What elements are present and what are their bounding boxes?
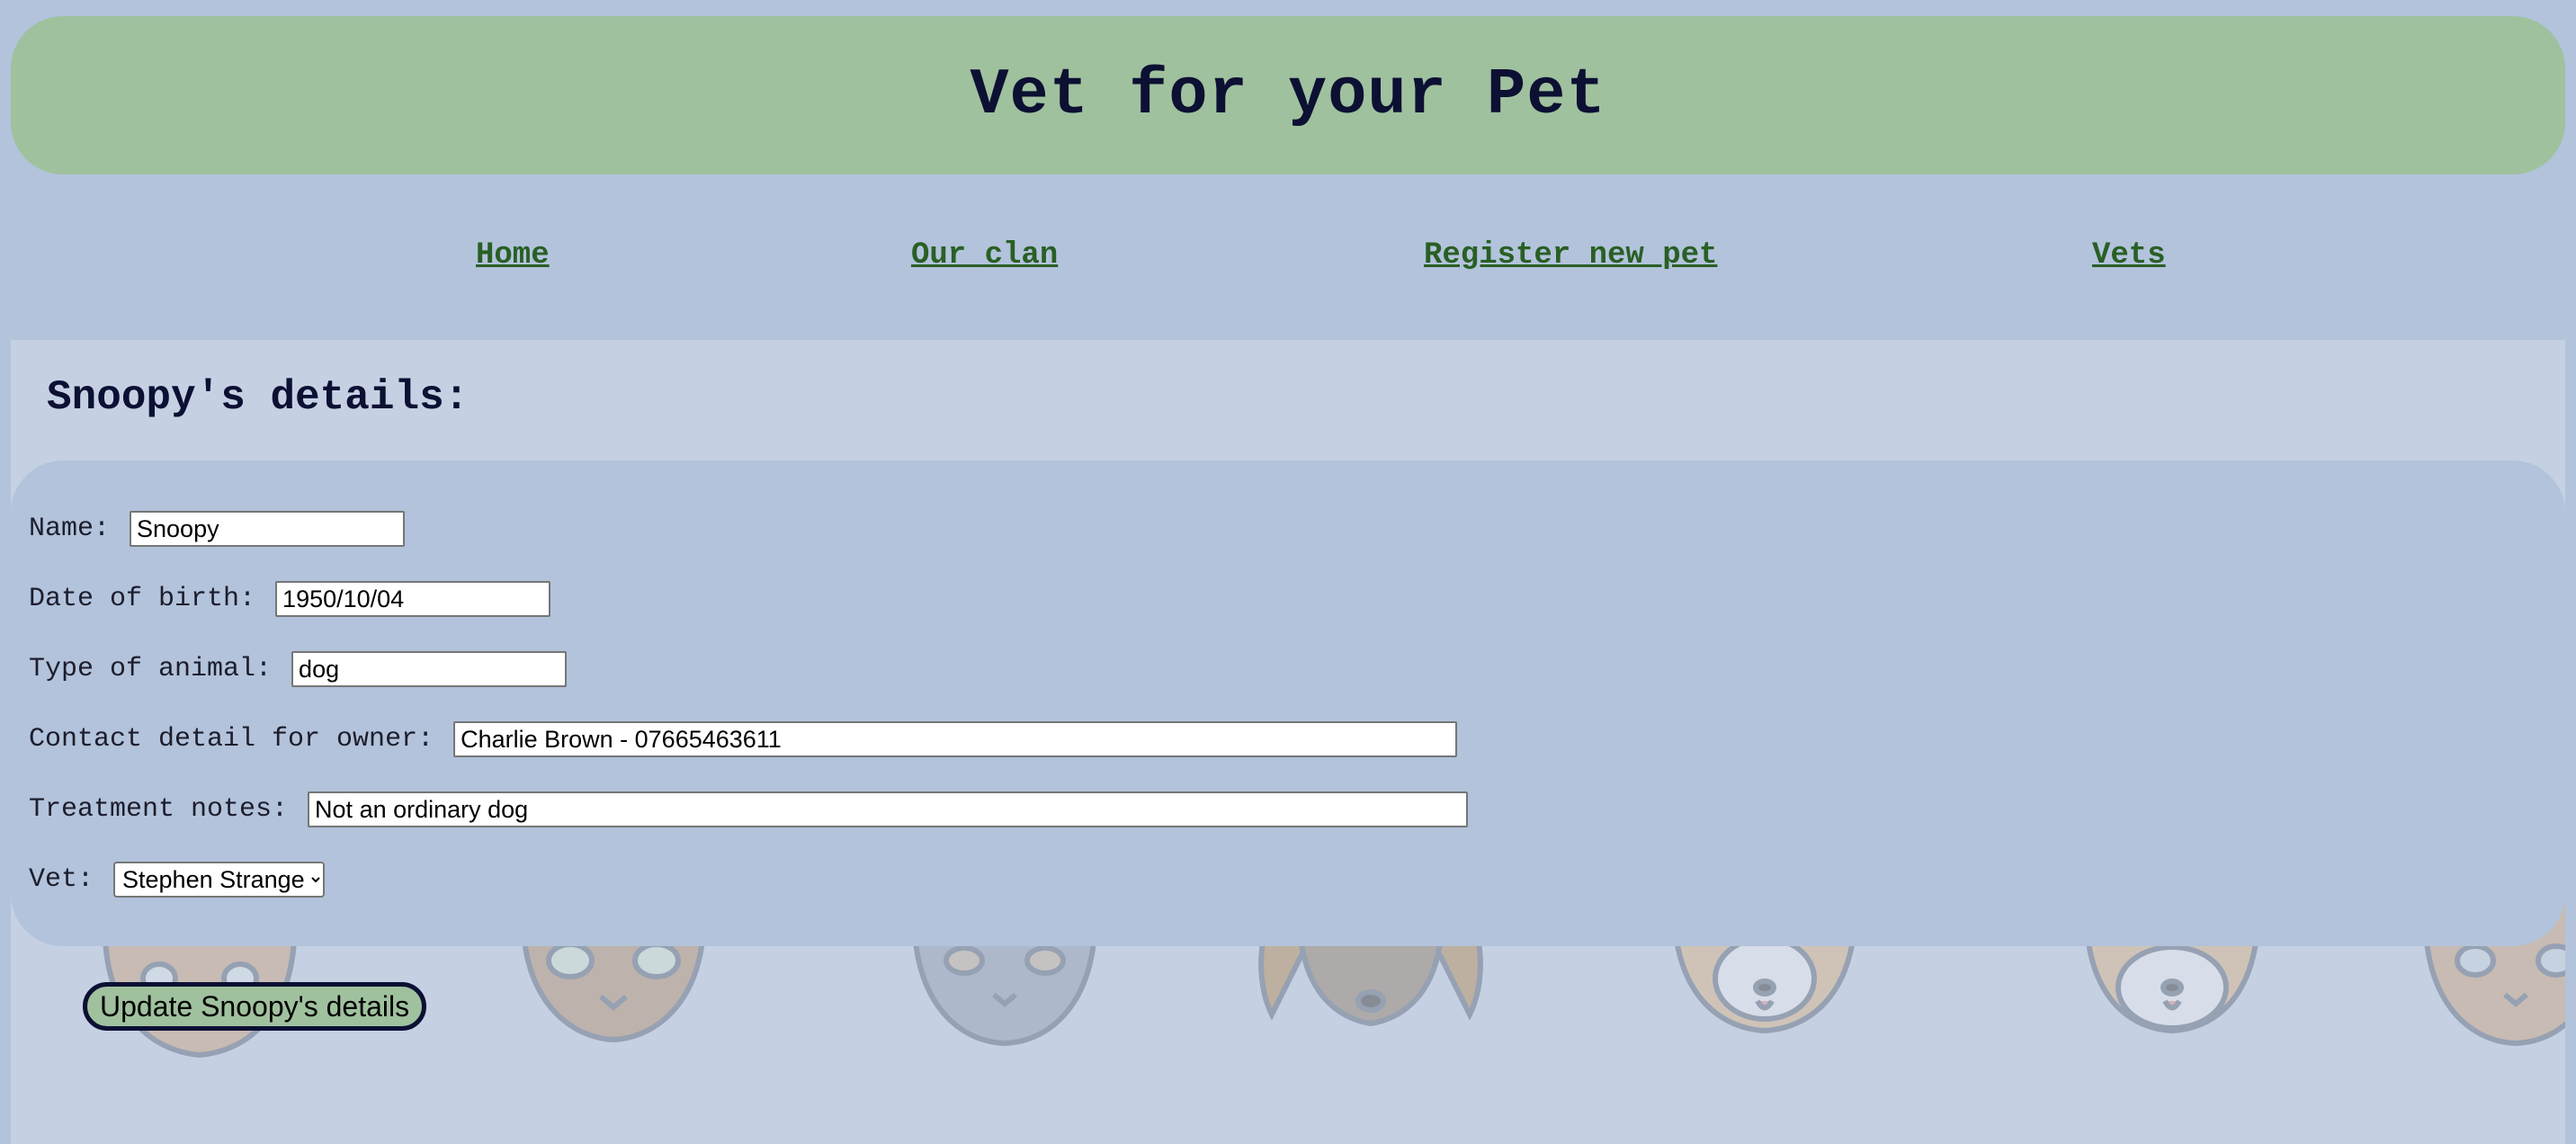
name-row: Name: [29, 511, 406, 547]
dob-input[interactable] [275, 581, 551, 617]
dob-label: Date of birth: [29, 584, 256, 614]
contact-row: Contact detail for owner: [29, 721, 1458, 757]
nav-link-home[interactable]: Home [476, 238, 550, 273]
nav-link-our-clan[interactable]: Our clan [911, 238, 1058, 273]
nav-link-register-new-pet[interactable]: Register new pet [1424, 238, 1717, 273]
name-input[interactable] [130, 511, 406, 547]
type-input[interactable] [291, 651, 568, 687]
update-details-button[interactable]: Update Snoopy's details [83, 982, 427, 1031]
pet-details-form: Name: Date of birth: Type of animal: Con… [11, 460, 2565, 946]
type-label: Type of animal: [29, 654, 273, 684]
dob-row: Date of birth: [29, 581, 551, 617]
vet-label: Vet: [29, 864, 94, 895]
type-row: Type of animal: [29, 651, 568, 687]
page-heading: Snoopy's details: [47, 374, 470, 421]
site-title: Vet for your Pet [970, 58, 1606, 132]
treatment-notes-input[interactable] [308, 791, 1469, 827]
contact-input[interactable] [453, 721, 1458, 757]
notes-row: Treatment notes: [29, 791, 1469, 827]
nav-link-vets[interactable]: Vets [2092, 238, 2166, 273]
notes-label: Treatment notes: [29, 794, 289, 825]
vet-select[interactable]: Stephen Strange [113, 862, 326, 898]
site-header: Vet for your Pet [11, 16, 2565, 174]
vet-row: Vet: Stephen Strange [29, 862, 326, 898]
name-label: Name: [29, 514, 111, 544]
contact-label: Contact detail for owner: [29, 724, 434, 755]
